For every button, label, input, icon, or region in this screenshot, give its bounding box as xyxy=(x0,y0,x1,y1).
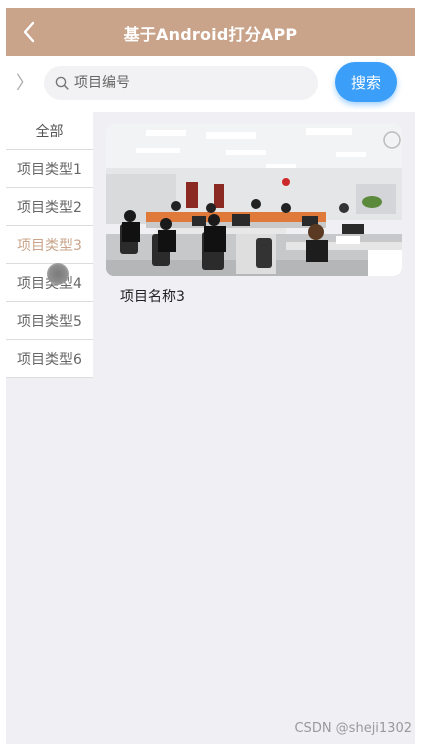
drawer-toggle-button[interactable]: 〉 xyxy=(16,70,34,98)
category-item[interactable]: 项目类型6 xyxy=(6,340,93,378)
search-button[interactable]: 搜索 xyxy=(335,62,397,102)
search-input[interactable] xyxy=(74,66,310,100)
category-item-active[interactable]: 项目类型3 xyxy=(6,226,93,264)
project-card[interactable]: 项目名称3 xyxy=(106,124,402,306)
watermark-text: CSDN @sheji1302 xyxy=(294,721,412,736)
search-bar: 〉 搜索 xyxy=(6,56,415,112)
app-title: 基于Android打分APP xyxy=(123,25,298,44)
category-sidebar: 全部 项目类型1 项目类型2 项目类型3 项目类型4 项目类型5 项目类型6 xyxy=(6,112,93,378)
search-icon xyxy=(55,76,69,90)
touch-indicator xyxy=(47,263,69,285)
category-item[interactable]: 项目类型5 xyxy=(6,302,93,340)
category-item[interactable]: 项目类型1 xyxy=(6,150,93,188)
search-box[interactable] xyxy=(44,66,318,100)
category-all[interactable]: 全部 xyxy=(6,112,93,150)
app-screen: 基于Android打分APP 〉 搜索 全部 项目类型1 项目类型2 项目类型3… xyxy=(6,8,415,744)
category-item[interactable]: 项目类型2 xyxy=(6,188,93,226)
project-name: 项目名称3 xyxy=(120,289,185,305)
project-thumbnail-image xyxy=(106,124,402,276)
header-bar: 基于Android打分APP xyxy=(6,8,415,56)
